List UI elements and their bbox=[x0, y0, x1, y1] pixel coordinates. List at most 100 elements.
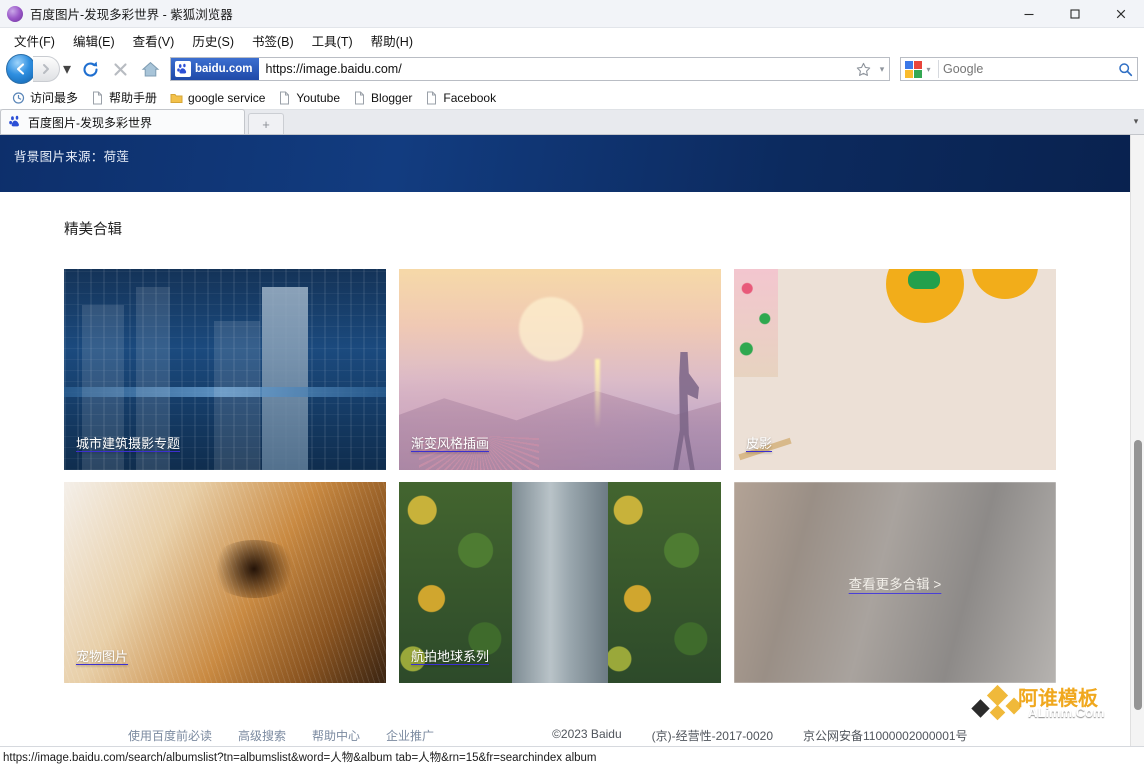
footer-police-record: 京公网安备11000002000001号 bbox=[803, 727, 968, 744]
sun-shape bbox=[519, 297, 583, 361]
bookmark-label: google service bbox=[188, 91, 265, 105]
bookmark-google-service[interactable]: google service bbox=[164, 89, 271, 107]
tab-strip-empty-area bbox=[284, 109, 1128, 134]
bookmark-label: Blogger bbox=[371, 91, 412, 105]
page-icon bbox=[353, 91, 366, 105]
google-engine-icon[interactable] bbox=[904, 60, 923, 79]
window-title: 百度图片-发现多彩世界 - 紫狐浏览器 bbox=[30, 4, 233, 23]
tower-shape bbox=[262, 287, 308, 470]
tab-baidu-image[interactable]: 百度图片-发现多彩世界 bbox=[0, 109, 245, 134]
album-label-city-architecture[interactable]: 城市建筑摄影专题 bbox=[76, 433, 180, 452]
site-identity-badge[interactable]: baidu.com bbox=[171, 58, 259, 80]
album-card-view-more[interactable]: 查看更多合辑 > bbox=[734, 482, 1056, 683]
forest-right bbox=[605, 482, 721, 683]
tab-title: 百度图片-发现多彩世界 bbox=[28, 114, 152, 131]
menu-bar: 文件(F) 编辑(E) 查看(V) 历史(S) 书签(B) 工具(T) 帮助(H… bbox=[0, 28, 1144, 52]
footer-copyright: ©2023 Baidu bbox=[552, 727, 622, 744]
reload-icon[interactable] bbox=[76, 55, 104, 83]
bookmark-label: Facebook bbox=[443, 91, 496, 105]
album-label-shadow-puppetry[interactable]: 皮影 bbox=[746, 433, 772, 452]
title-bar: 百度图片-发现多彩世界 - 紫狐浏览器 bbox=[0, 0, 1144, 28]
new-tab-button[interactable]: + bbox=[248, 113, 284, 134]
search-engine-caret-icon[interactable]: ▾ bbox=[923, 56, 934, 82]
road-shape bbox=[512, 482, 608, 683]
window-controls bbox=[1006, 0, 1144, 28]
album-thumbnail-puppet bbox=[734, 269, 1056, 470]
menu-file[interactable]: 文件(F) bbox=[6, 29, 63, 52]
stop-icon[interactable] bbox=[106, 55, 134, 83]
puppet-pattern-strip bbox=[734, 269, 778, 377]
hero-source-note: 背景图片来源：荷莲 bbox=[14, 146, 129, 165]
page-icon bbox=[425, 91, 438, 105]
maximize-button[interactable] bbox=[1052, 0, 1098, 28]
address-bar[interactable]: baidu.com https://image.baidu.com/ ▾ bbox=[170, 57, 890, 81]
menu-bookmarks[interactable]: 书签(B) bbox=[244, 29, 302, 52]
minimize-button[interactable] bbox=[1006, 0, 1052, 28]
page-footer: 使用百度前必读 高级搜索 帮助中心 企业推广 ©2023 Baidu (京)-经… bbox=[64, 711, 1066, 744]
back-button[interactable] bbox=[6, 54, 36, 84]
menu-view[interactable]: 查看(V) bbox=[125, 29, 183, 52]
bookmark-help-manual[interactable]: 帮助手册 bbox=[85, 87, 163, 108]
search-bar[interactable]: ▾ bbox=[900, 57, 1138, 81]
star-dropdown-icon[interactable]: ▾ bbox=[875, 56, 889, 82]
footer-meta: ©2023 Baidu (京)-经营性-2017-0020 京公网安备11000… bbox=[552, 727, 967, 744]
page-icon bbox=[91, 91, 104, 105]
bookmark-star-icon[interactable] bbox=[851, 56, 875, 82]
home-icon[interactable] bbox=[136, 55, 164, 83]
footer-link-help-center[interactable]: 帮助中心 bbox=[312, 727, 360, 744]
back-forward-group: ▾ bbox=[6, 54, 74, 84]
view-more-overlay: 查看更多合辑 > bbox=[734, 482, 1056, 683]
album-card-gradient-illustration[interactable]: 渐变风格插画 bbox=[399, 269, 721, 470]
bookmark-most-visited[interactable]: 访问最多 bbox=[6, 87, 84, 108]
search-separator bbox=[938, 60, 939, 78]
status-url: https://image.baidu.com/search/albumslis… bbox=[0, 749, 597, 765]
bookmark-label: 访问最多 bbox=[30, 89, 78, 106]
page-viewport: 背景图片来源：荷莲 精美合辑 城市建筑摄影专题 bbox=[0, 135, 1144, 746]
tab-strip: 百度图片-发现多彩世界 + ▾ bbox=[0, 110, 1144, 135]
bookmark-youtube[interactable]: Youtube bbox=[272, 89, 346, 107]
album-grid: 城市建筑摄影专题 渐变风格插画 bbox=[64, 269, 1066, 683]
menu-tools[interactable]: 工具(T) bbox=[304, 29, 361, 52]
album-card-shadow-puppetry[interactable]: 皮影 bbox=[734, 269, 1056, 470]
album-card-pet-photos[interactable]: 宠物图片 bbox=[64, 482, 386, 683]
browser-orb-icon bbox=[7, 6, 23, 22]
footer-links: 使用百度前必读 高级搜索 帮助中心 企业推广 bbox=[128, 727, 434, 744]
bookmark-facebook[interactable]: Facebook bbox=[419, 89, 502, 107]
baidu-paw-icon bbox=[175, 61, 191, 77]
album-label-pet-photos[interactable]: 宠物图片 bbox=[76, 646, 128, 665]
web-page: 背景图片来源：荷莲 精美合辑 城市建筑摄影专题 bbox=[0, 135, 1130, 746]
dog-eye-shape bbox=[208, 540, 300, 598]
footer-link-enterprise[interactable]: 企业推广 bbox=[386, 727, 434, 744]
menu-history[interactable]: 历史(S) bbox=[184, 29, 242, 52]
identity-label: baidu.com bbox=[195, 63, 253, 75]
menu-edit[interactable]: 编辑(E) bbox=[65, 29, 123, 52]
bookmark-blogger[interactable]: Blogger bbox=[347, 89, 418, 107]
album-card-city-architecture[interactable]: 城市建筑摄影专题 bbox=[64, 269, 386, 470]
url-text[interactable]: https://image.baidu.com/ bbox=[259, 62, 851, 76]
yellow-disc-shape bbox=[886, 269, 964, 323]
footer-link-terms[interactable]: 使用百度前必读 bbox=[128, 727, 212, 744]
magnifier-icon[interactable] bbox=[1113, 62, 1137, 77]
forward-button[interactable] bbox=[33, 56, 60, 82]
history-icon bbox=[12, 91, 25, 105]
bookmark-label: 帮助手册 bbox=[109, 89, 157, 106]
building-shape bbox=[214, 321, 260, 470]
page-content: 精美合辑 城市建筑摄影专题 bbox=[0, 192, 1130, 744]
navigation-toolbar: ▾ baidu.com https://image.baid bbox=[0, 52, 1144, 86]
album-label-aerial-earth[interactable]: 航拍地球系列 bbox=[411, 646, 489, 665]
search-input[interactable] bbox=[943, 62, 1113, 76]
scrollbar-thumb[interactable] bbox=[1134, 440, 1142, 710]
section-title: 精美合辑 bbox=[64, 218, 1066, 239]
view-more-albums-link[interactable]: 查看更多合辑 > bbox=[849, 573, 942, 593]
menu-help[interactable]: 帮助(H) bbox=[363, 29, 421, 52]
footer-link-advanced-search[interactable]: 高级搜索 bbox=[238, 727, 286, 744]
close-button[interactable] bbox=[1098, 0, 1144, 28]
history-dropdown-button[interactable]: ▾ bbox=[60, 56, 74, 82]
light-beam-shape bbox=[595, 359, 600, 429]
album-label-gradient-illustration[interactable]: 渐变风格插画 bbox=[411, 433, 489, 452]
vertical-scrollbar[interactable] bbox=[1130, 135, 1144, 746]
tab-list-button[interactable]: ▾ bbox=[1128, 109, 1144, 134]
status-bar: https://image.baidu.com/search/albumslis… bbox=[0, 746, 1144, 766]
album-card-aerial-earth[interactable]: 航拍地球系列 bbox=[399, 482, 721, 683]
hero-banner: 背景图片来源：荷莲 bbox=[0, 135, 1130, 192]
